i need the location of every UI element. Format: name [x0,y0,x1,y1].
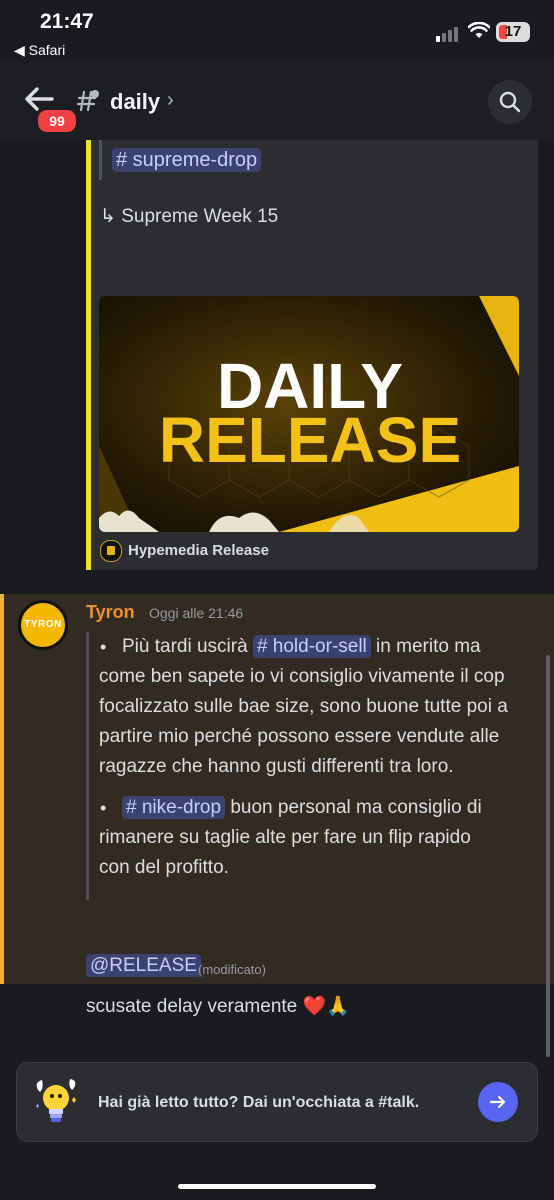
hold-or-sell-channel-mention[interactable]: # hold-or-sell [252,635,371,658]
bullet1-line5: ragazze che hanno gusti differenti tra l… [99,756,454,777]
embed-accent-bar [86,140,91,570]
embed-subtitle: ↳ Supreme Week 15 [100,206,279,227]
nike-drop-channel-mention[interactable]: # nike-drop [122,796,226,819]
bullet-dot-icon: • [100,798,107,818]
quote-bar [86,632,89,900]
mention-highlight-bar [0,594,4,984]
lightbulb-mascot-icon [36,1079,76,1122]
hypemedia-logo-icon [100,540,122,562]
embed-footer: Hypemedia Release [128,542,269,559]
battery-icon: 17 [496,22,530,42]
wifi-icon [468,22,490,38]
bullet1-text-end: in merito ma [370,636,481,657]
bullet1-line3: focalizzato sulle bae size, sono buone t… [99,696,508,717]
back-to-safari-link[interactable]: ◀ Safari [14,42,65,59]
search-icon [499,91,521,113]
banner-title-line2: RELEASE [159,404,461,476]
prompt-text: Hai già letto tutto? Dai un'occhiata a #… [98,1094,420,1111]
bullet1-line4: partire mio perché possono essere vendut… [99,726,500,747]
go-to-talk-button[interactable] [478,1082,518,1122]
bullet-dot-icon: • [100,637,107,657]
bullet1-line1: Più tardi uscirà # hold-or-sell in merit… [122,632,481,662]
embed-channel-mention[interactable]: # supreme-drop [112,148,262,172]
daily-release-banner[interactable]: DAILY RELEASE [99,296,519,532]
search-button[interactable] [488,80,532,124]
bullet2-line1: # nike-drop buon personal ma consiglio d… [122,793,482,823]
bullet2-text-end: buon personal ma consiglio di [225,797,482,818]
bullet1-text-start: Più tardi uscirà [122,636,253,657]
message-timestamp: Oggi alle 21:46 [149,605,244,621]
avatar-label: TYRON [24,619,62,630]
role-mention[interactable]: @RELEASE [86,954,201,977]
followup-message: scusate delay veramente ❤️🙏 [86,996,350,1017]
bullet2-line3: con del profitto. [99,857,229,878]
home-indicator[interactable] [178,1184,376,1189]
battery-level: 17 [504,23,522,40]
scrollbar[interactable] [546,655,550,1057]
message-author[interactable]: Tyron [86,602,135,623]
chevron-right-icon[interactable]: › [167,89,174,112]
status-time: 21:47 [40,10,94,33]
bullet2-line2: rimanere su taglie alte per fare un flip… [99,827,471,848]
edited-label: (modificato) [198,962,266,977]
quote-bar [99,140,102,180]
unread-count-badge: 99 [36,108,78,134]
bullet1-line2: come ben sapete io vi consiglio vivament… [99,666,505,687]
arrow-right-icon [489,1095,506,1109]
cellular-signal-icon [436,26,462,42]
text-channel-icon [76,90,99,112]
channel-title[interactable]: daily [110,89,160,115]
